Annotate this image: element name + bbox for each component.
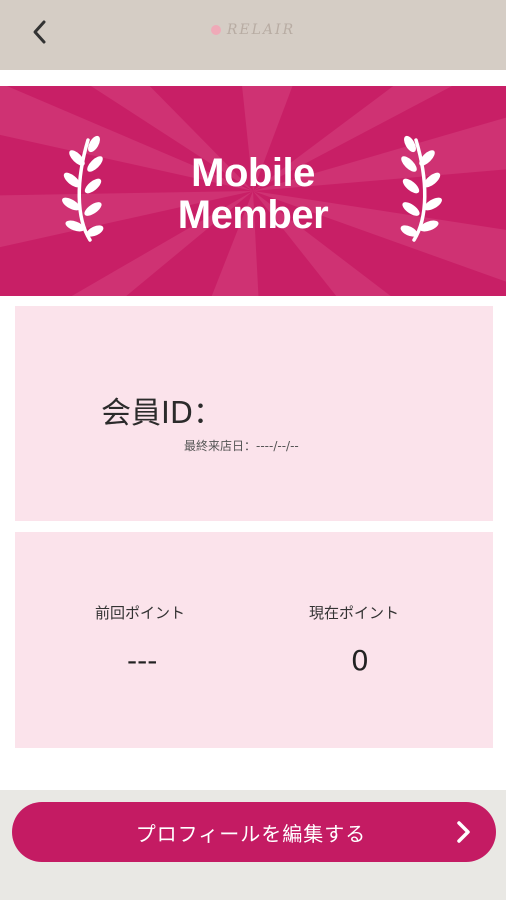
edit-profile-button[interactable]: プロフィールを編集する — [12, 802, 496, 862]
member-id-card: 会員ID： 最終来店日：----/--/-- — [15, 306, 493, 521]
main-content: Mobile Member 会員ID： 最終来店日：----/--/-- 前回ポ… — [0, 70, 506, 790]
member-id-label: 会員ID： — [101, 396, 223, 431]
current-points-label: 現在ポイント — [309, 604, 400, 622]
logo-text: RELAIR — [226, 22, 296, 38]
last-visit-label: 最終来店日： — [184, 439, 257, 453]
chevron-right-icon — [457, 821, 470, 843]
app-header: RELAIR — [0, 0, 506, 70]
points-card: 前回ポイント --- 現在ポイント 0 — [15, 532, 493, 748]
last-visit: 最終来店日：----/--/-- — [184, 437, 299, 454]
edit-profile-label: プロフィールを編集する — [135, 821, 367, 846]
previous-points-value: --- — [127, 644, 158, 677]
laurel-right-icon — [400, 135, 442, 242]
previous-points-label: 前回ポイント — [95, 604, 186, 622]
mobile-member-banner: Mobile Member — [0, 86, 506, 296]
brand-logo: RELAIR — [0, 22, 506, 38]
last-visit-value: ----/--/-- — [256, 439, 299, 453]
logo-flower-icon — [210, 25, 221, 35]
current-points-value: 0 — [351, 644, 369, 677]
